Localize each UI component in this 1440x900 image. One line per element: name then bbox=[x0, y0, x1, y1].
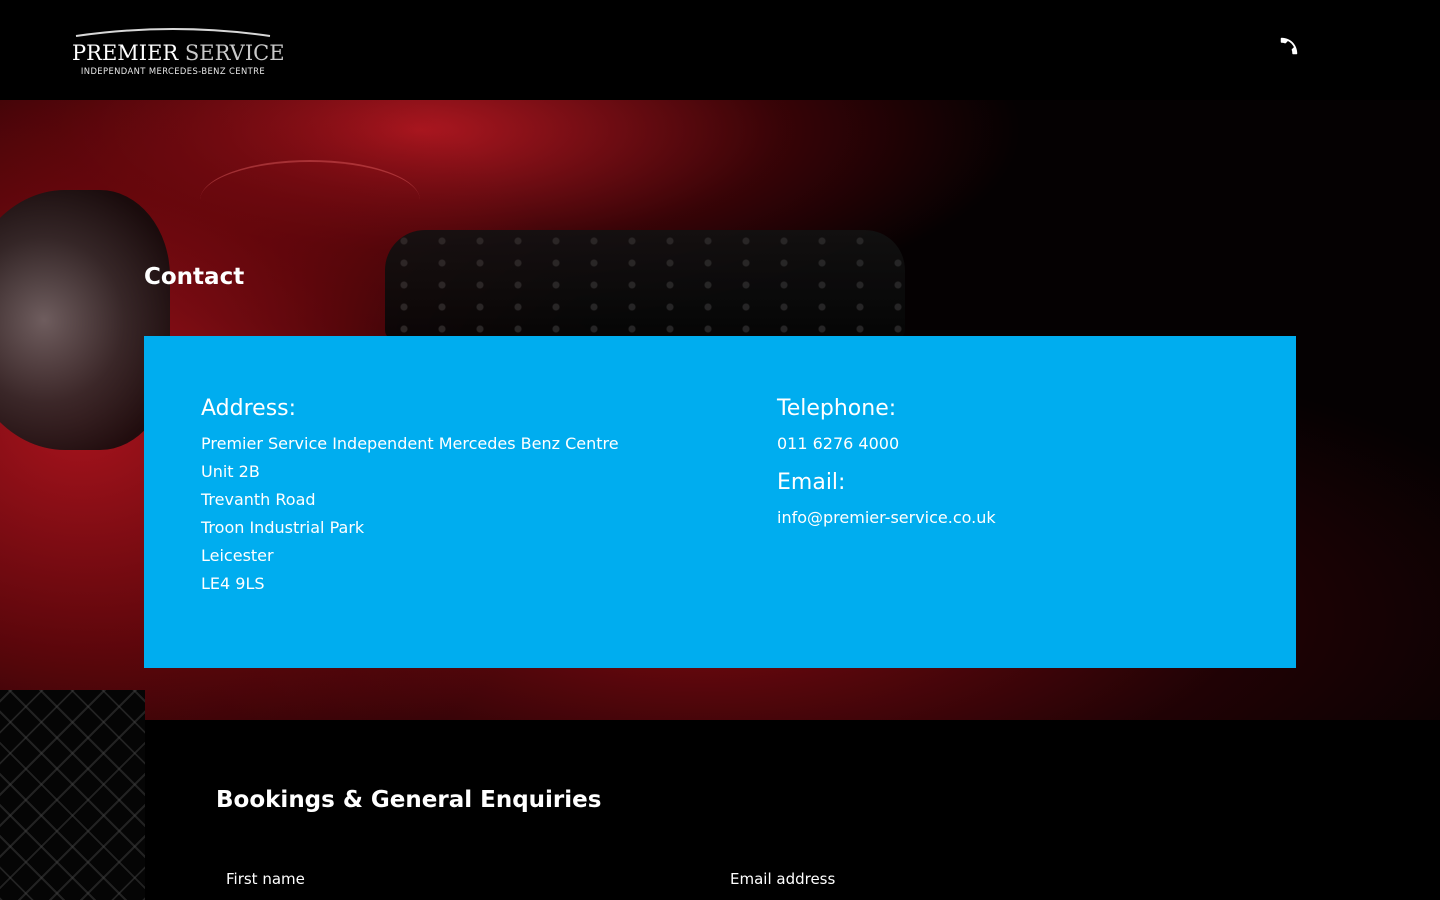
address-line: LE4 9LS bbox=[201, 574, 265, 593]
address-line: Leicester bbox=[201, 546, 274, 565]
email-heading: Email: bbox=[777, 470, 846, 495]
email-address-label: Email address bbox=[730, 870, 836, 888]
email-link[interactable]: info@premier-service.co.uk bbox=[777, 504, 996, 532]
car-hood-image bbox=[200, 160, 420, 240]
telephone-link[interactable]: 011 6276 4000 bbox=[777, 430, 996, 458]
first-name-label: First name bbox=[226, 870, 305, 888]
address-line: Unit 2B bbox=[201, 462, 260, 481]
page-title: Contact bbox=[144, 264, 245, 290]
phone-icon bbox=[1280, 37, 1298, 55]
phone-email-column: Telephone: 011 6276 4000 Email: info@pre… bbox=[777, 394, 996, 532]
site-logo[interactable]: PREMIER SERVICE INDEPENDANT MERCEDES-BEN… bbox=[72, 26, 285, 78]
logo-word-premier: PREMIER bbox=[72, 41, 179, 65]
address-column: Address: Premier Service Independent Mer… bbox=[201, 394, 619, 598]
car-grille-image bbox=[385, 230, 905, 340]
address-heading: Address: bbox=[201, 396, 297, 421]
enquiry-form-title: Bookings & General Enquiries bbox=[216, 787, 602, 813]
site-header: PREMIER SERVICE INDEPENDANT MERCEDES-BEN… bbox=[0, 0, 1440, 100]
phone-button[interactable] bbox=[1276, 33, 1302, 59]
telephone-heading: Telephone: bbox=[777, 396, 897, 421]
logo-swoosh bbox=[75, 28, 271, 37]
mesh-texture-image bbox=[0, 690, 145, 900]
contact-info-card: Address: Premier Service Independent Mer… bbox=[144, 336, 1296, 668]
logo-word-service: SERVICE bbox=[184, 41, 285, 65]
address-line: Troon Industrial Park bbox=[201, 518, 365, 537]
address-line: Trevanth Road bbox=[201, 490, 316, 509]
logo-wordmark: PREMIER SERVICE bbox=[72, 41, 285, 65]
logo-tagline: INDEPENDANT MERCEDES-BENZ CENTRE bbox=[80, 66, 266, 76]
address-line: Premier Service Independent Mercedes Ben… bbox=[201, 434, 619, 453]
